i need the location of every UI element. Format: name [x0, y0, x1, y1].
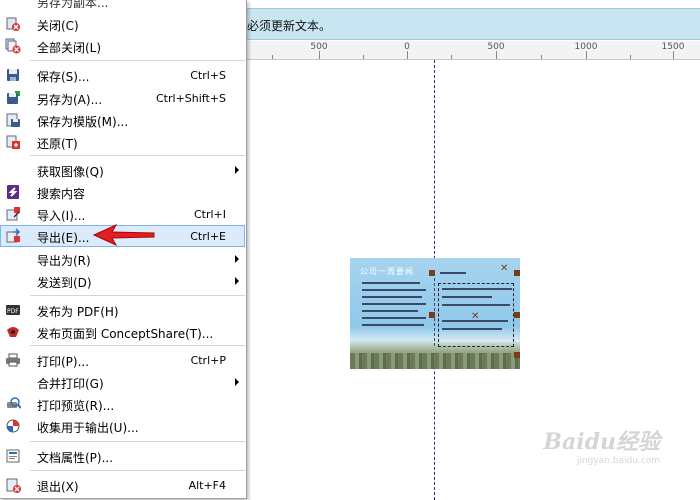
selection-handle[interactable] [429, 270, 435, 276]
menu-item-merge-print[interactable]: 合并打印(G) [0, 371, 245, 393]
menu-separator [30, 345, 245, 346]
menu-item-exit[interactable]: 退出(X) Alt+F4 [0, 474, 245, 496]
ruler-label: 500 [487, 42, 505, 52]
menu-item-close-all[interactable]: 全部关闭(L) [0, 35, 245, 57]
menu-separator [30, 441, 245, 442]
menu-item-send-to[interactable]: 发送到(D) [0, 270, 245, 292]
submenu-arrow-icon [235, 166, 239, 174]
ruler-label: 500 [310, 42, 328, 52]
collect-output-icon [6, 419, 20, 433]
ruler-label: 0 [404, 42, 410, 52]
menu-item-publish-conceptshare[interactable]: 发布页面到 ConceptShare(T)... [0, 321, 245, 343]
menu-item-acquire-image[interactable]: 获取图像(Q) [0, 159, 245, 181]
red-pointer-arrow-icon [92, 224, 155, 246]
watermark: Baidu经验 jingyan.baidu.com [520, 428, 660, 488]
selection-handle[interactable] [514, 312, 520, 318]
object-marker-icon: ✕ [500, 263, 509, 274]
save-template-icon [6, 113, 20, 127]
conceptshare-icon [7, 327, 19, 337]
watermark-logo: Baidu经验 [543, 429, 660, 455]
search-content-icon [7, 185, 19, 199]
svg-text:PDF: PDF [7, 308, 19, 315]
export-icon [6, 228, 21, 243]
file-menu: 另存为副本... 关闭(C) 全部关闭(L) 保存(S)... Ctrl+S 另… [0, 0, 247, 499]
print-preview-icon [7, 397, 21, 409]
selection-handle[interactable] [429, 312, 435, 318]
selection-handle[interactable] [514, 352, 520, 358]
printer-icon [6, 353, 20, 367]
ruler-label: 1500 [661, 42, 685, 52]
menu-separator [30, 155, 245, 156]
pdf-icon: PDF [6, 305, 20, 315]
save-icon [7, 69, 19, 81]
menu-item-print-preview[interactable]: 打印预览(R)... [0, 393, 245, 415]
document-properties-icon [6, 449, 20, 463]
save-as-icon [7, 91, 20, 104]
close-doc-icon [6, 17, 20, 31]
menu-item-collect-output[interactable]: 收集用于输出(U)... [0, 415, 245, 437]
watermark-url: jingyan.baidu.com [576, 456, 660, 466]
menu-item-import[interactable]: 导入(I)... Ctrl+I [0, 203, 245, 225]
menu-separator [30, 60, 245, 61]
menu-item-publish-pdf[interactable]: PDF 发布为 PDF(H) [0, 299, 245, 321]
submenu-arrow-icon [235, 277, 239, 285]
menu-item-search-content[interactable]: 搜索内容 [0, 181, 245, 203]
menu-item-save-as[interactable]: 另存为(A)... Ctrl+Shift+S [0, 87, 245, 109]
submenu-arrow-icon [235, 378, 239, 386]
revert-icon [6, 135, 20, 149]
exit-icon [6, 478, 21, 493]
menu-item-document-properties[interactable]: 文档属性(P)... [0, 445, 245, 467]
rotation-center-icon[interactable]: ✕ [471, 311, 479, 322]
menu-item-revert[interactable]: 还原(T) [0, 131, 245, 153]
menu-item-export-for[interactable]: 导出为(R) [0, 248, 245, 270]
close-all-icon [5, 38, 21, 54]
menu-item-save[interactable]: 保存(S)... Ctrl+S [0, 64, 245, 86]
menu-item-close[interactable]: 关闭(C) [0, 13, 245, 35]
import-icon [6, 207, 20, 221]
menu-item-partial[interactable]: 另存为副本... [0, 0, 246, 8]
menu-separator [30, 295, 245, 296]
menu-item-save-template[interactable]: 保存为模版(M)... [0, 109, 245, 131]
menu-item-print[interactable]: 打印(P)... Ctrl+P [0, 349, 245, 371]
selection-handle[interactable] [514, 270, 520, 276]
menu-separator [30, 470, 245, 471]
info-bar-text: 必须更新文本。 [247, 19, 332, 33]
ruler-label: 1000 [574, 42, 598, 52]
artwork-title: 公司一周要闻 [360, 267, 414, 276]
submenu-arrow-icon [235, 255, 239, 263]
